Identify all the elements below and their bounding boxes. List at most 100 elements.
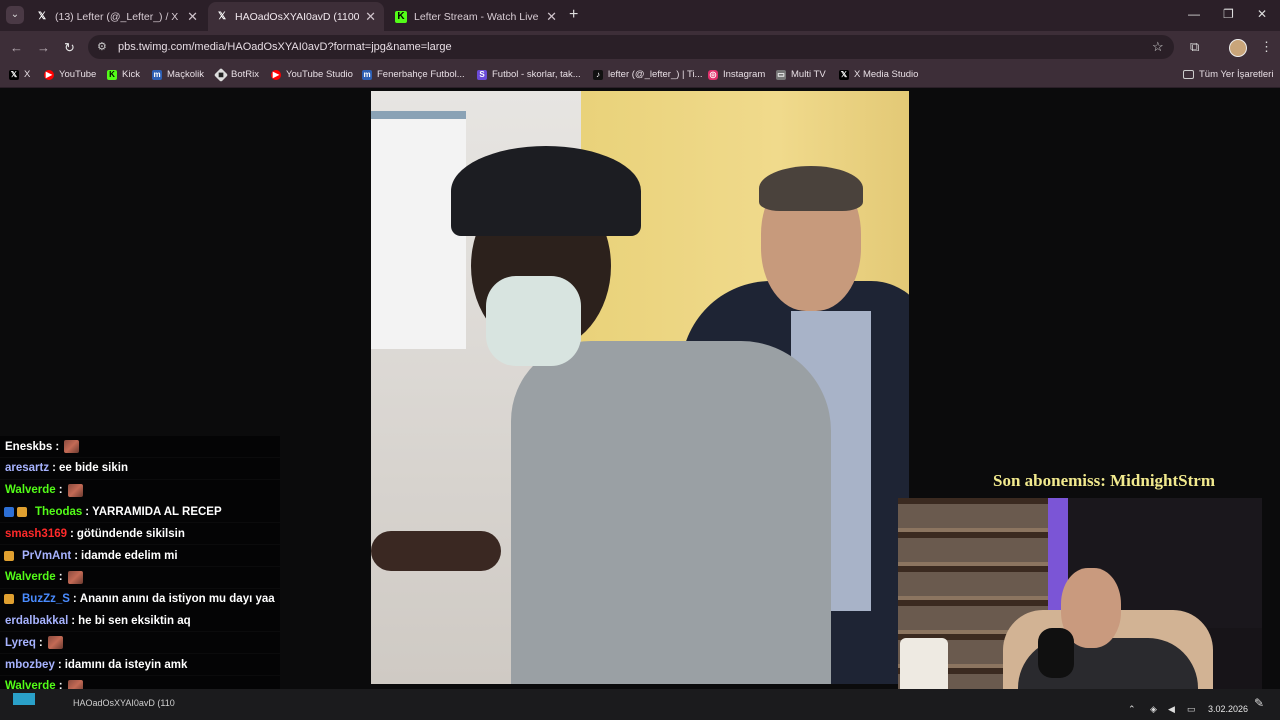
chat-emote-icon <box>67 483 83 497</box>
taskbar-app-icon[interactable] <box>13 693 35 705</box>
extensions-icon[interactable]: ⧉ <box>1190 39 1199 55</box>
notification-icon[interactable]: ✎ <box>1254 696 1264 710</box>
chat-message: Lyreq: <box>0 632 280 654</box>
mackolik-icon: m <box>152 69 162 80</box>
chat-badges <box>4 594 17 605</box>
chat-username[interactable]: Lyreq <box>5 637 36 649</box>
chat-message: Eneskbs: <box>0 436 280 457</box>
x-logo-icon: 𝕏 <box>9 69 19 80</box>
tab-lefter-x[interactable]: 𝕏 (13) Lefter (@_Lefter_) / X ✕ <box>28 2 206 31</box>
tray-chevron-icon[interactable]: ⌃ <box>1128 704 1136 715</box>
all-bookmarks-folder[interactable]: Tüm Yer İşaretleri <box>1183 69 1273 80</box>
chat-message: PrVmAnt: idamde edelim mi <box>0 545 280 566</box>
chat-message: aresartz: ee bide sikin <box>0 457 280 479</box>
chat-username[interactable]: erdalbakkal <box>5 615 68 627</box>
folder-icon <box>1183 70 1194 79</box>
chat-emote-icon <box>47 636 63 650</box>
bookmark-mackolik[interactable]: m Maçkolik <box>152 69 204 80</box>
reload-icon[interactable]: ↻ <box>64 40 75 56</box>
chat-username[interactable]: Theodas <box>35 506 82 518</box>
chat-badges <box>4 506 30 517</box>
chat-username[interactable]: Walverde <box>5 571 56 583</box>
chat-separator: : <box>52 462 56 475</box>
taskbar-date: 3.02.2026 <box>1208 704 1249 714</box>
tab-kick-stream[interactable]: K Lefter Stream - Watch Live on Kick ✕ <box>387 2 565 31</box>
chat-username[interactable]: Eneskbs <box>5 441 52 453</box>
chat-separator: : <box>38 636 43 649</box>
bookmark-botrix[interactable]: ◆ BotRix <box>213 67 259 82</box>
bookmark-multitv[interactable]: ▭ Multi TV <box>776 69 826 80</box>
x-logo-icon: 𝕏 <box>839 69 849 80</box>
bookmark-instagram[interactable]: ◎ Instagram <box>708 69 765 80</box>
tab-title: (13) Lefter (@_Lefter_) / X <box>55 10 179 23</box>
chat-separator: : <box>85 505 90 518</box>
close-tab-icon[interactable]: ✕ <box>546 9 557 25</box>
chat-separator: : <box>58 571 63 584</box>
chat-badge-icon <box>4 550 14 561</box>
kick-logo-icon: K <box>395 10 407 23</box>
chat-message-text: götündende sikilsin <box>76 527 185 540</box>
new-tab-button[interactable]: + <box>569 6 578 24</box>
taskbar-window-label[interactable]: HAOadOsXYAI0avD (110 <box>73 698 175 708</box>
tab-search-button[interactable]: ⌄ <box>6 6 24 24</box>
tab-image[interactable]: 𝕏 HAOadOsXYAI0avD (1100×1217) ✕ <box>208 2 384 31</box>
bookmark-youtube[interactable]: ▶ YouTube <box>44 69 96 80</box>
tray-battery-icon[interactable]: ▭ <box>1187 704 1196 715</box>
chat-separator: : <box>70 527 74 540</box>
minimize-icon[interactable]: — <box>1188 7 1200 21</box>
bookmark-x-media-studio[interactable]: 𝕏X Media Studio <box>839 69 918 80</box>
chat-message: Walverde: <box>0 566 280 588</box>
chat-separator: : <box>58 484 63 497</box>
profile-avatar[interactable] <box>1229 39 1247 57</box>
youtube-studio-icon: ▶ <box>271 69 281 80</box>
chat-message: smash3169: götündende sikilsin <box>0 523 280 545</box>
chat-message-text: he bi sen eksiktin aq <box>78 614 191 627</box>
chat-username[interactable]: Walverde <box>5 484 56 496</box>
chat-message: Walverde: <box>0 479 280 501</box>
chat-message-text: Ananın anını da istiyon mu dayı yaa <box>79 593 275 606</box>
bookmark-kick[interactable]: K Kick <box>107 69 140 80</box>
flashscore-icon: S <box>477 69 487 80</box>
restore-icon[interactable]: ❐ <box>1223 7 1234 21</box>
bookmark-youtube-studio[interactable]: ▶ YouTube Studio <box>271 69 353 80</box>
chat-message: Theodas: YARRAMIDA AL RECEP <box>0 501 280 523</box>
botrix-icon: ◆ <box>213 67 229 82</box>
chat-username[interactable]: mbozbey <box>5 659 55 671</box>
chat-username[interactable]: PrVmAnt <box>22 550 71 562</box>
tab-title: HAOadOsXYAI0avD (1100×1217) <box>235 10 360 23</box>
bookmark-x[interactable]: 𝕏X <box>9 69 30 80</box>
chat-emote-icon <box>64 440 80 453</box>
chat-username[interactable]: BuzZz_S <box>22 593 70 605</box>
url-text[interactable]: pbs.twimg.com/media/HAOadOsXYAI0avD?form… <box>118 41 452 53</box>
chat-separator: : <box>72 593 77 606</box>
back-icon[interactable]: ← <box>10 40 23 55</box>
close-tab-icon[interactable]: ✕ <box>187 9 198 25</box>
chat-separator: : <box>55 440 60 453</box>
chat-message-text: idamde edelim mi <box>81 549 178 562</box>
chat-username[interactable]: aresartz <box>5 462 49 474</box>
chat-message: BuzZz_S: Ananın anını da istiyon mu dayı … <box>0 588 280 610</box>
multitv-icon: ▭ <box>776 69 786 80</box>
x-logo-icon: 𝕏 <box>217 11 227 22</box>
tiktok-icon: ♪ <box>593 69 603 80</box>
chat-username[interactable]: smash3169 <box>5 528 67 540</box>
media-image <box>371 91 909 684</box>
bookmark-tiktok[interactable]: ♪ lefter (@_lefter_) | Ti... <box>593 69 702 80</box>
bookmark-fenerbahce[interactable]: m Fenerbahçe Futbol... <box>362 69 465 80</box>
youtube-icon: ▶ <box>44 69 54 80</box>
bookmark-flashscore[interactable]: S Futbol - skorlar, tak... <box>477 69 581 80</box>
forward-icon[interactable]: → <box>37 40 50 55</box>
chat-emote-icon <box>67 570 83 584</box>
close-tab-icon[interactable]: ✕ <box>365 9 376 25</box>
menu-icon[interactable]: ⋮ <box>1260 39 1273 55</box>
tray-network-icon[interactable]: ◈ <box>1150 704 1157 715</box>
fenerbahce-icon: m <box>362 69 372 80</box>
chat-message: mbozbey: idamını da isteyin amk <box>0 654 280 675</box>
subscriber-alert: Son abonemiss: MidnightStrm <box>993 471 1215 490</box>
chat-message-text: idamını da isteyin amk <box>64 658 188 671</box>
tray-speaker-icon[interactable]: ◀ <box>1168 704 1175 715</box>
site-info-icon[interactable]: ⚙ <box>97 40 107 53</box>
taskbar <box>0 689 1280 720</box>
bookmark-star-icon[interactable]: ☆ <box>1152 39 1164 55</box>
close-window-icon[interactable]: ✕ <box>1257 7 1267 21</box>
